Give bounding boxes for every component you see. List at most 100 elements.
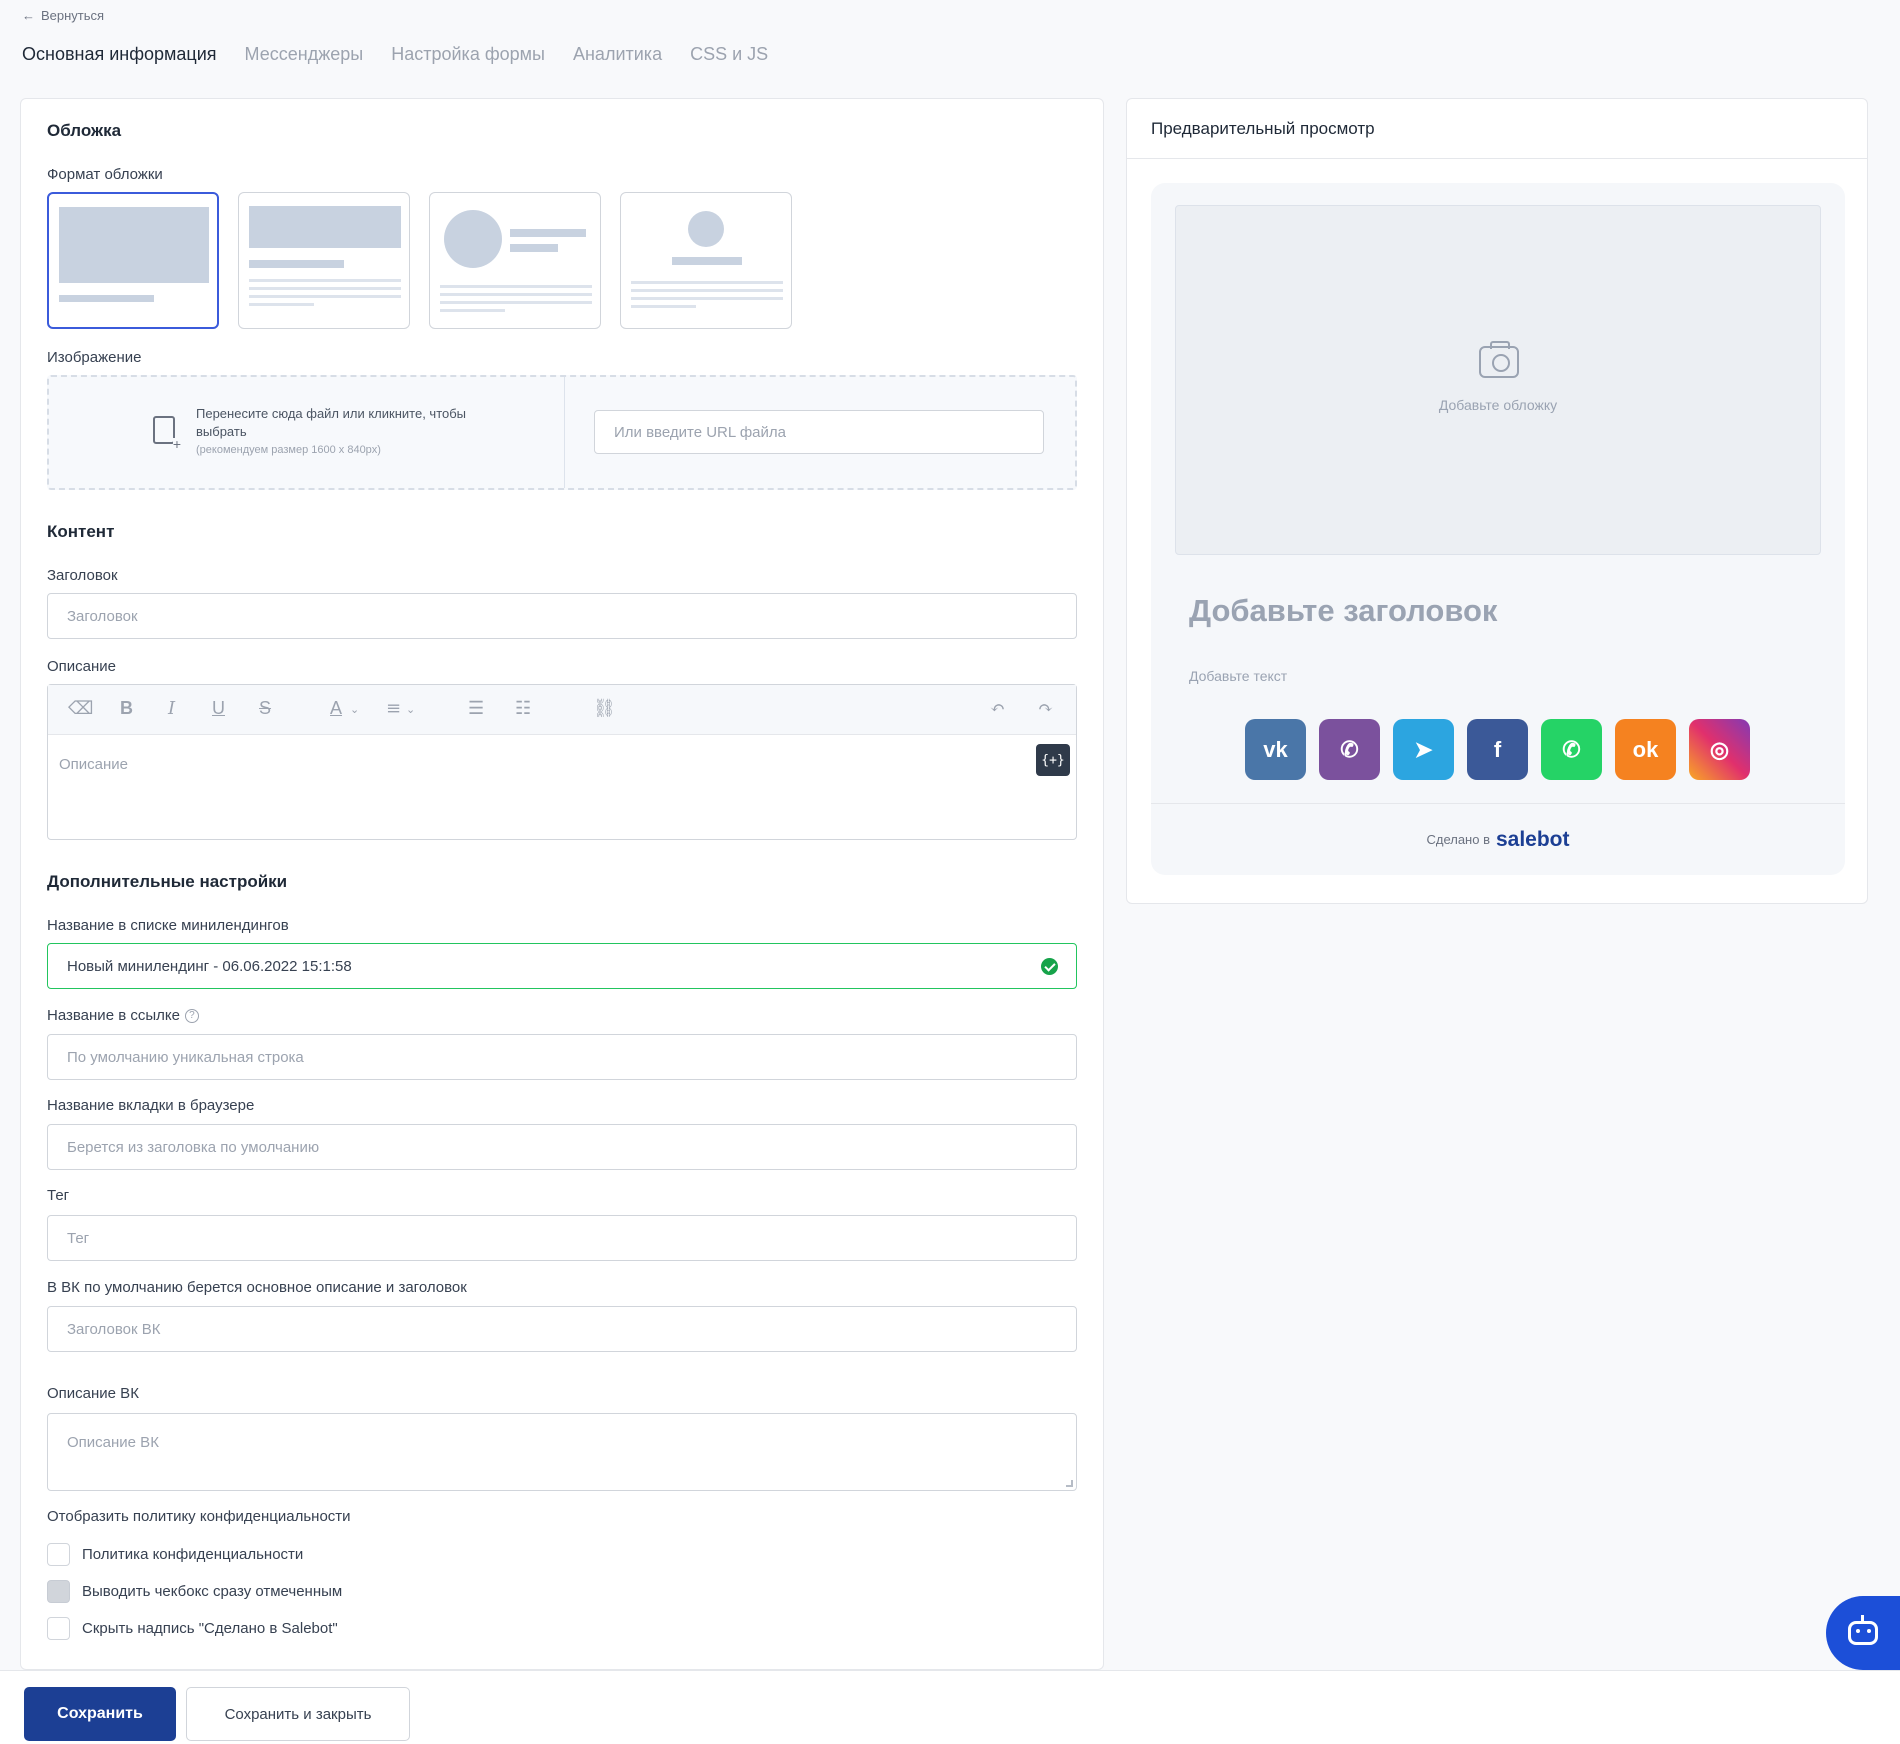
privacy-policy-checkbox-row[interactable]: Политика конфиденциальности xyxy=(47,1543,303,1566)
bullet-list-icon[interactable]: ☰ xyxy=(468,698,484,719)
preview-card: Добавьте обложку Добавьте заголовок Доба… xyxy=(1151,183,1845,875)
preview-cover: Добавьте обложку xyxy=(1175,205,1821,555)
tab-bar: Основная информация Мессенджеры Настройк… xyxy=(22,44,768,65)
list-name-input[interactable]: Новый минилендинг - 06.06.2022 15:1:58 xyxy=(47,943,1077,989)
question-icon[interactable]: ? xyxy=(184,1009,199,1024)
image-dropzone[interactable]: Перенесите сюда файл или кликните, чтобы… xyxy=(47,375,1077,490)
bot-icon xyxy=(1848,1615,1878,1645)
cover-format-avatar-left[interactable] xyxy=(429,192,601,329)
insert-variable-button[interactable]: {+} xyxy=(1036,744,1070,776)
format-preview-avatar xyxy=(444,210,502,268)
title-input[interactable]: Заголовок xyxy=(47,593,1077,639)
cover-format-wide-image[interactable] xyxy=(47,192,219,329)
resize-handle-icon[interactable] xyxy=(1066,1480,1073,1487)
odnoklassniki-icon[interactable]: ok xyxy=(1615,719,1676,780)
link-icon[interactable]: ⛓ xyxy=(593,698,616,719)
tag-input[interactable]: Тег xyxy=(47,1215,1077,1261)
format-preview-image xyxy=(249,206,401,248)
tab-analytics[interactable]: Аналитика xyxy=(573,44,662,65)
vk-description-input[interactable]: Описание ВК xyxy=(47,1413,1077,1491)
file-add-icon xyxy=(153,416,181,450)
tab-main-info[interactable]: Основная информация xyxy=(22,44,217,65)
precheck-checkbox[interactable] xyxy=(47,1580,70,1603)
clear-format-icon[interactable]: ⌫ xyxy=(68,698,93,719)
italic-icon[interactable]: I xyxy=(168,698,175,719)
editor-toolbar: ⌫ B I U S A ⌄ ≡ ⌄ ☰ ☷ ⛓ ↶ ↷ xyxy=(48,685,1076,735)
tab-name-input[interactable]: Берется из заголовка по умолчанию xyxy=(47,1124,1077,1170)
align-icon[interactable]: ≡ xyxy=(386,698,401,719)
save-button[interactable]: Сохранить xyxy=(24,1687,176,1741)
format-preview-line xyxy=(440,293,592,296)
format-preview-line xyxy=(631,289,783,292)
vk-defaults-label: В ВК по умолчанию берется основное описа… xyxy=(47,1279,467,1296)
format-preview-line xyxy=(249,287,401,290)
save-and-close-button[interactable]: Сохранить и закрыть xyxy=(186,1687,410,1741)
text-color-icon[interactable]: A xyxy=(330,698,342,719)
chevron-down-icon[interactable]: ⌄ xyxy=(350,703,359,716)
dropzone-hint: (рекомендуем размер 1600 x 840px) xyxy=(196,444,381,456)
list-name-label: Название в списке минилендингов xyxy=(47,917,289,934)
link-name-input[interactable]: По умолчанию уникальная строка xyxy=(47,1034,1077,1080)
preview-title: Добавьте заголовок xyxy=(1189,593,1498,628)
preview-panel: Предварительный просмотр Добавьте обложк… xyxy=(1126,98,1868,904)
instagram-icon[interactable]: ◎ xyxy=(1689,719,1750,780)
viber-icon[interactable]: ✆ xyxy=(1319,719,1380,780)
preview-footer: Сделано в salebot xyxy=(1151,803,1845,875)
hide-made-in-checkbox-row[interactable]: Скрыть надпись "Сделано в Salebot" xyxy=(47,1617,338,1640)
preview-header: Предварительный просмотр xyxy=(1127,99,1867,159)
messenger-buttons: vk ✆ ➤ f ✆ ok ◎ xyxy=(1245,719,1750,780)
underline-icon[interactable]: U xyxy=(212,698,225,719)
strikethrough-icon[interactable]: S xyxy=(259,698,271,719)
camera-icon xyxy=(1479,341,1519,378)
whatsapp-icon[interactable]: ✆ xyxy=(1541,719,1602,780)
vk-icon[interactable]: vk xyxy=(1245,719,1306,780)
facebook-icon[interactable]: f xyxy=(1467,719,1528,780)
cover-format-label: Формат обложки xyxy=(47,166,163,183)
chat-widget-button[interactable] xyxy=(1826,1596,1900,1670)
content-section-title: Контент xyxy=(47,522,115,541)
format-preview-line xyxy=(672,257,742,265)
made-in-text: Сделано в xyxy=(1426,832,1490,847)
chevron-down-icon[interactable]: ⌄ xyxy=(406,703,415,716)
privacy-policy-checkbox[interactable] xyxy=(47,1543,70,1566)
description-editor[interactable]: ⌫ B I U S A ⌄ ≡ ⌄ ☰ ☷ ⛓ ↶ ↷ Описание {+} xyxy=(47,684,1077,840)
hide-made-in-checkbox[interactable] xyxy=(47,1617,70,1640)
cover-format-avatar-center[interactable] xyxy=(620,192,792,329)
precheck-label: Выводить чекбокс сразу отмеченным xyxy=(82,1583,343,1600)
telegram-icon[interactable]: ➤ xyxy=(1393,719,1454,780)
tag-label: Тег xyxy=(47,1187,70,1204)
list-name-value: Новый минилендинг - 06.06.2022 15:1:58 xyxy=(67,957,352,975)
back-link-label: Вернуться xyxy=(41,8,105,23)
check-circle-icon xyxy=(1041,958,1058,975)
hide-made-in-label: Скрыть надпись "Сделано в Salebot" xyxy=(82,1620,338,1637)
format-preview-image xyxy=(59,207,209,283)
vk-description-label: Описание ВК xyxy=(47,1385,139,1402)
format-preview-line xyxy=(59,295,154,302)
tab-css-js[interactable]: CSS и JS xyxy=(690,44,768,65)
image-url-input[interactable]: Или введите URL файла xyxy=(594,410,1044,454)
bold-icon[interactable]: B xyxy=(120,698,133,719)
arrow-left-icon: ← xyxy=(22,8,35,23)
format-preview-line xyxy=(631,297,783,300)
format-preview-line xyxy=(440,301,592,304)
format-preview-line xyxy=(249,260,344,268)
format-preview-line xyxy=(249,303,314,306)
title-label: Заголовок xyxy=(47,567,118,584)
salebot-logo[interactable]: salebot xyxy=(1496,828,1570,852)
vk-title-input[interactable]: Заголовок ВК xyxy=(47,1306,1077,1352)
cover-format-image-top-text[interactable] xyxy=(238,192,410,329)
format-preview-line xyxy=(440,309,505,312)
numbered-list-icon[interactable]: ☷ xyxy=(515,698,531,719)
tab-messengers[interactable]: Мессенджеры xyxy=(245,44,364,65)
redo-icon[interactable]: ↷ xyxy=(1038,698,1053,719)
dropzone-text: Перенесите сюда файл или кликните, чтобы… xyxy=(196,406,467,439)
link-name-label-row: Название в ссылке? xyxy=(47,1007,199,1024)
undo-icon[interactable]: ↶ xyxy=(990,698,1005,719)
settings-panel: Обложка Формат обложки Изображение Перен… xyxy=(20,98,1104,1670)
format-preview-line xyxy=(249,295,401,298)
back-link[interactable]: ← Вернуться xyxy=(22,8,104,23)
tab-form-settings[interactable]: Настройка формы xyxy=(391,44,545,65)
format-preview-avatar xyxy=(688,211,724,247)
precheck-checkbox-row[interactable]: Выводить чекбокс сразу отмеченным xyxy=(47,1580,342,1603)
format-preview-line xyxy=(249,279,401,282)
